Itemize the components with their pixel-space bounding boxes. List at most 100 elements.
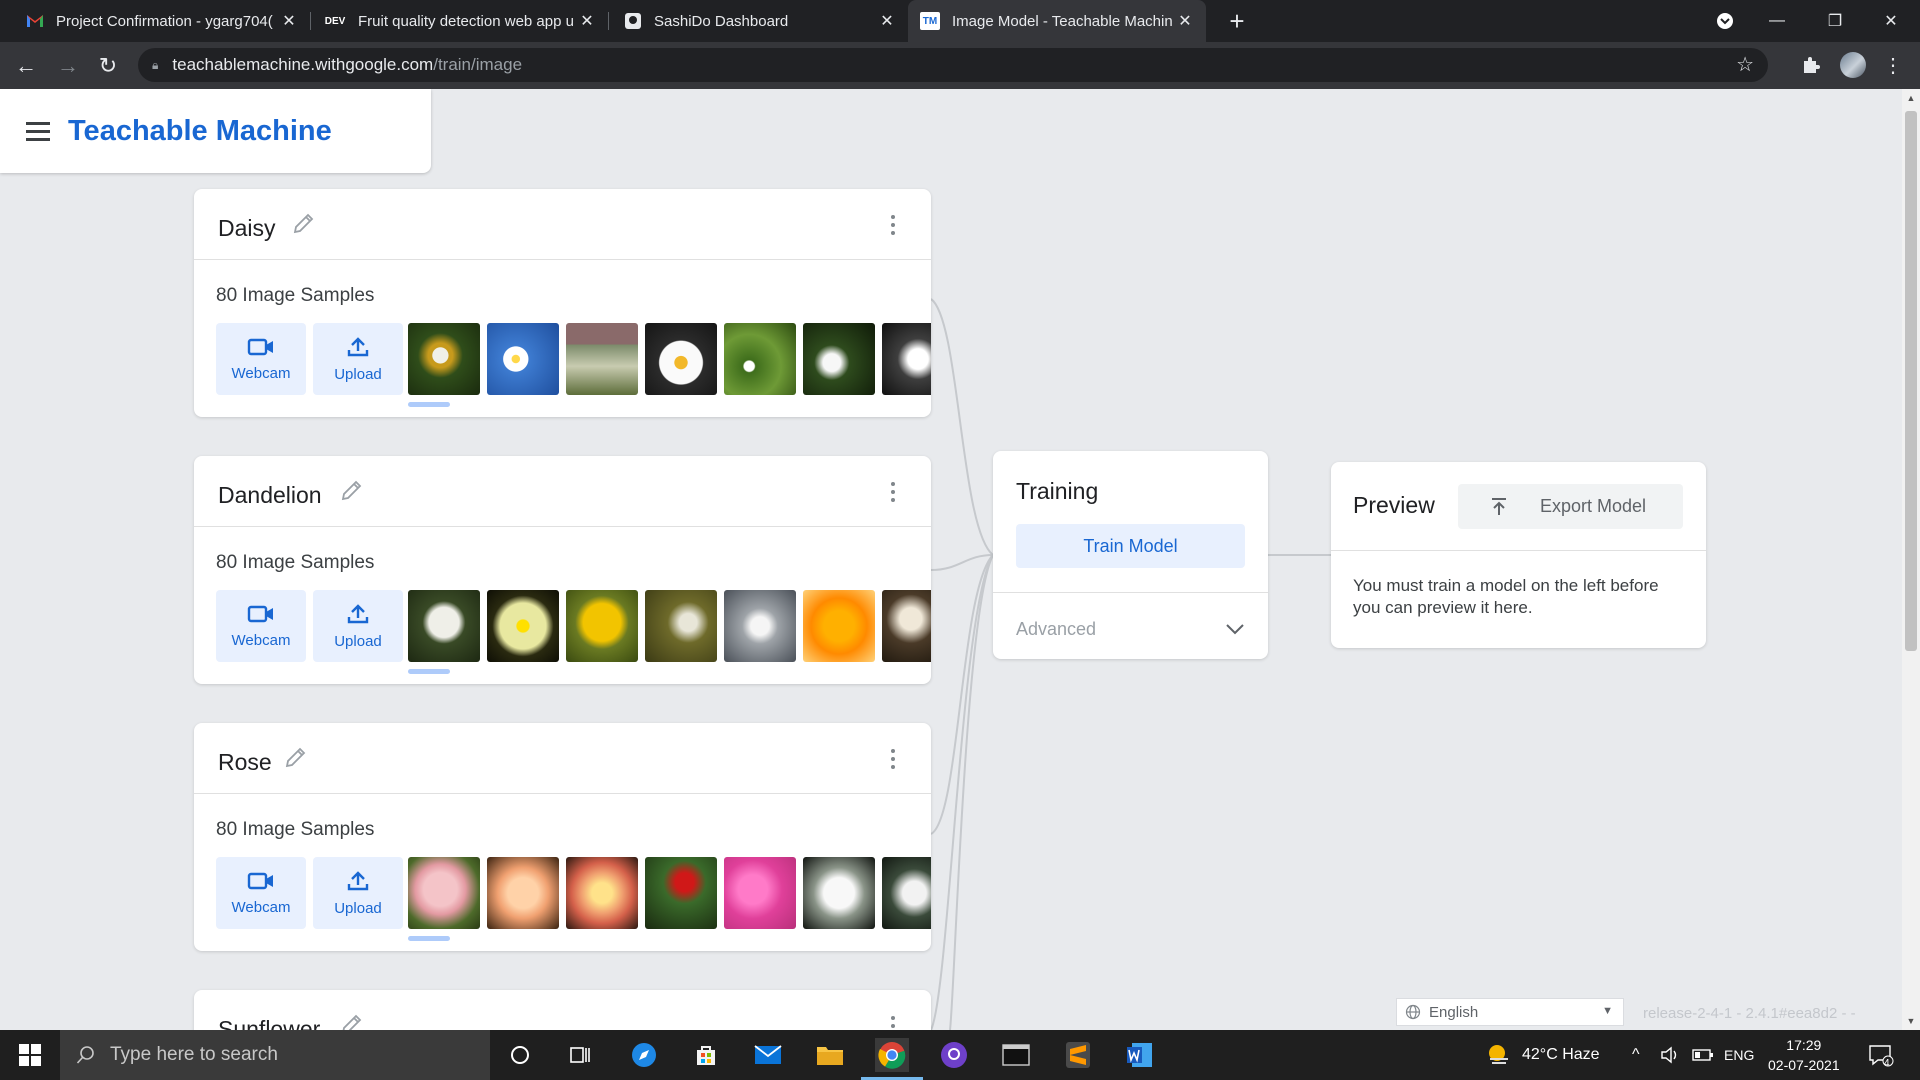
chrome-taskbar-icon[interactable] (861, 1038, 923, 1080)
cortana-icon[interactable] (503, 1038, 537, 1072)
sample-image[interactable] (724, 857, 796, 929)
new-tab-button[interactable]: + (1222, 6, 1252, 36)
class-options-icon[interactable] (891, 749, 897, 769)
thumbnail-scrollbar[interactable] (408, 402, 450, 407)
training-title: Training (1016, 478, 1099, 504)
chevron-down-icon[interactable] (1224, 618, 1246, 640)
sample-image[interactable] (566, 857, 638, 929)
sample-image[interactable] (487, 857, 559, 929)
thumbnail-scrollbar[interactable] (408, 936, 450, 941)
sample-image[interactable] (408, 857, 480, 929)
class-options-icon[interactable] (891, 482, 897, 502)
sample-image[interactable] (645, 857, 717, 929)
sample-image[interactable] (408, 323, 480, 395)
webcam-button[interactable]: Webcam (216, 857, 306, 929)
scroll-down-icon[interactable]: ▼ (1902, 1012, 1920, 1030)
close-window-icon[interactable]: ✕ (1862, 0, 1920, 42)
forward-icon[interactable]: → (52, 50, 84, 82)
close-tab-icon[interactable]: ✕ (878, 11, 896, 31)
language-select[interactable]: English ▼ (1396, 998, 1624, 1026)
thumbnail-scrollbar[interactable] (408, 669, 450, 674)
file-explorer-icon[interactable] (813, 1038, 847, 1072)
bookmark-star-icon[interactable]: ☆ (1736, 52, 1754, 77)
reload-icon[interactable]: ↻ (92, 50, 124, 82)
close-tab-icon[interactable]: ✕ (578, 11, 596, 31)
class-name[interactable]: Sunflower (218, 1016, 320, 1030)
webcam-button[interactable]: Webcam (216, 323, 306, 395)
sample-image[interactable] (882, 590, 931, 662)
github-icon[interactable] (937, 1038, 971, 1072)
class-name[interactable]: Rose (218, 749, 272, 776)
sample-image[interactable] (566, 590, 638, 662)
weather-widget[interactable]: 42°C Haze (1486, 1030, 1600, 1080)
close-tab-icon[interactable]: ✕ (280, 11, 298, 31)
upload-label: Upload (334, 365, 382, 383)
browser-tab-dev[interactable]: DEV Fruit quality detection web app u ✕ (312, 0, 608, 42)
restore-icon[interactable]: ❐ (1806, 0, 1864, 42)
upload-button[interactable]: Upload (313, 323, 403, 395)
edit-pencil-icon[interactable] (338, 478, 364, 504)
train-model-button[interactable]: Train Model (1016, 524, 1245, 568)
back-icon[interactable]: ← (10, 50, 42, 82)
class-name[interactable]: Daisy (218, 215, 276, 242)
sample-image[interactable] (882, 323, 931, 395)
sublime-text-icon[interactable] (1061, 1038, 1095, 1072)
class-options-icon[interactable] (891, 215, 897, 235)
webcam-button[interactable]: Webcam (216, 590, 306, 662)
tab-title: SashiDo Dashboard (654, 12, 789, 30)
sample-image[interactable] (566, 323, 638, 395)
taskbar-search-box[interactable]: Type here to search (60, 1030, 490, 1080)
profile-avatar[interactable] (1840, 52, 1866, 78)
edit-pencil-icon[interactable] (282, 745, 308, 771)
windows-start-icon[interactable] (0, 1030, 60, 1080)
scrollbar-thumb[interactable] (1905, 111, 1917, 651)
edit-pencil-icon[interactable] (338, 1012, 364, 1030)
input-language[interactable]: ENG (1724, 1030, 1754, 1080)
sample-image[interactable] (724, 323, 796, 395)
extensions-puzzle-icon[interactable] (1798, 52, 1824, 78)
sample-image[interactable] (803, 590, 875, 662)
advanced-toggle[interactable]: Advanced (1016, 619, 1096, 640)
mail-icon[interactable] (751, 1038, 785, 1072)
upload-button[interactable]: Upload (313, 857, 403, 929)
sample-image[interactable] (724, 590, 796, 662)
chrome-menu-icon[interactable]: ⋮ (1880, 52, 1906, 78)
browser-tab-sashido[interactable]: SashiDo Dashboard ✕ (612, 0, 908, 42)
export-model-label: Export Model (1540, 496, 1647, 516)
sample-image[interactable] (803, 857, 875, 929)
safari-compass-icon[interactable] (627, 1038, 661, 1072)
edit-pencil-icon[interactable] (290, 211, 316, 237)
upload-button[interactable]: Upload (313, 590, 403, 662)
clock-time: 17:29 (1786, 1037, 1822, 1053)
browser-tab-teachable-machine[interactable]: TM Image Model - Teachable Machin ✕ (908, 0, 1206, 42)
class-options-icon[interactable] (891, 1016, 897, 1030)
show-hidden-icons[interactable]: ^ (1632, 1030, 1640, 1080)
terminal-icon[interactable] (999, 1038, 1033, 1072)
word-icon[interactable] (1123, 1038, 1157, 1072)
sample-image[interactable] (645, 323, 717, 395)
microsoft-store-icon[interactable] (689, 1038, 723, 1072)
webcam-label: Webcam (231, 631, 291, 649)
sample-image[interactable] (882, 857, 931, 929)
sample-image[interactable] (645, 590, 717, 662)
sample-image[interactable] (803, 323, 875, 395)
tab-title: Image Model - Teachable Machin (952, 12, 1173, 30)
browser-toolbar: ← → ↻ 🔒︎ teachablemachine.withgoogle.com… (0, 42, 1920, 89)
scroll-up-icon[interactable]: ▲ (1902, 89, 1920, 107)
volume-icon[interactable] (1660, 1030, 1680, 1080)
task-view-icon[interactable] (563, 1038, 597, 1072)
page-scrollbar[interactable]: ▲ ▼ (1902, 89, 1920, 1030)
sample-image[interactable] (487, 323, 559, 395)
browser-tab-gmail[interactable]: Project Confirmation - ygarg704( ✕ (14, 0, 310, 42)
export-model-button[interactable]: Export Model (1458, 484, 1683, 529)
tab-search-icon[interactable] (1696, 0, 1754, 42)
address-bar[interactable]: 🔒︎ teachablemachine.withgoogle.com/train… (138, 48, 1768, 82)
clock[interactable]: 17:29 02-07-2021 (1768, 1030, 1840, 1080)
sample-image[interactable] (408, 590, 480, 662)
battery-icon[interactable] (1692, 1030, 1714, 1080)
minimize-icon[interactable]: — (1748, 0, 1806, 42)
class-name[interactable]: Dandelion (218, 482, 322, 509)
sample-image[interactable] (487, 590, 559, 662)
close-tab-icon[interactable]: ✕ (1176, 11, 1194, 31)
notifications-icon[interactable]: 4 (1868, 1030, 1894, 1080)
